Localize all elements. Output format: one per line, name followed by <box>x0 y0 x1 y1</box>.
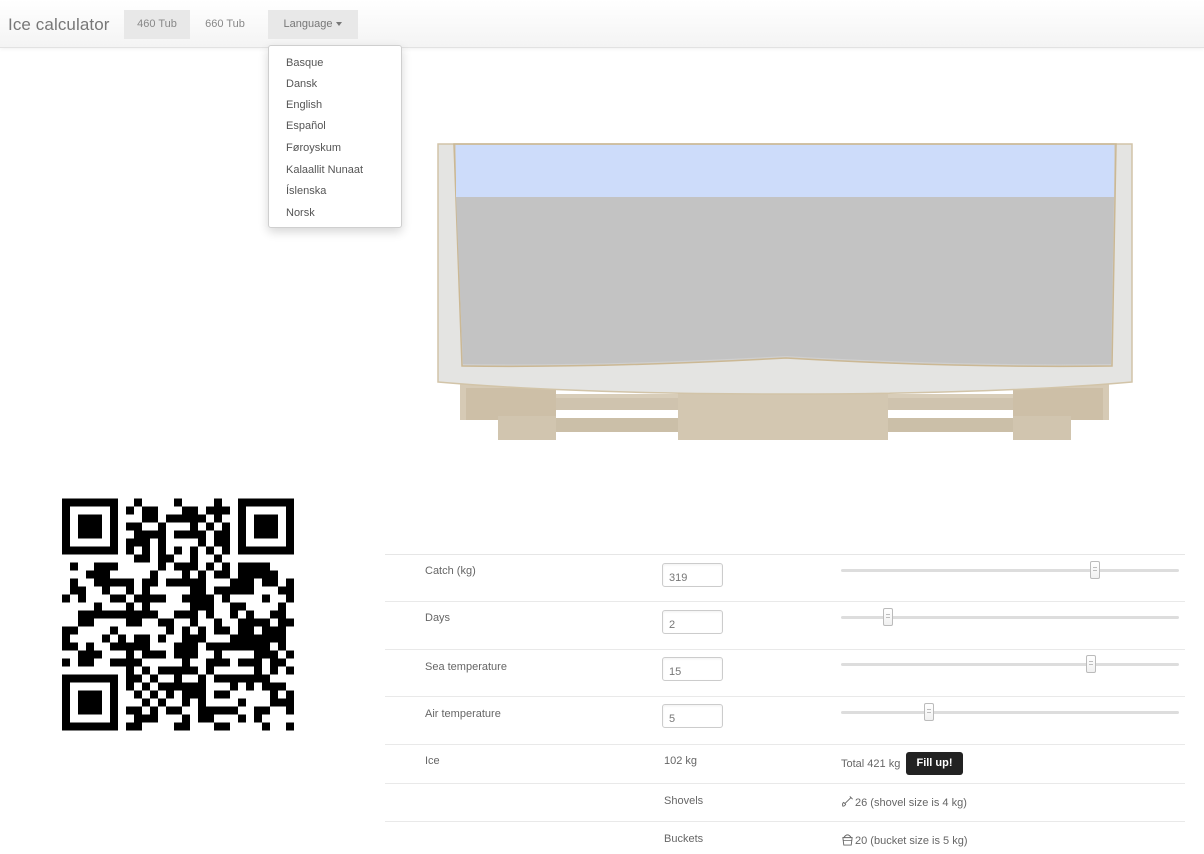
tab-660-tub[interactable]: 660 Tub <box>193 10 257 39</box>
air-temperature-label: Air temperature <box>425 708 501 720</box>
catch-input[interactable] <box>662 563 723 587</box>
row-divider <box>385 783 1185 784</box>
sea-temperature-slider-handle[interactable] <box>1086 655 1097 673</box>
shovels-text: 26 (shovel size is 4 kg) <box>855 797 967 809</box>
ice-total: Total 421 kg <box>841 758 901 770</box>
qr-modules <box>62 498 294 731</box>
bucket-icon <box>842 834 853 846</box>
days-slider[interactable] <box>841 608 1179 626</box>
row-divider <box>385 821 1185 822</box>
sea-temperature-label: Sea temperature <box>425 661 507 673</box>
language-option-norsk[interactable]: Norsk <box>286 205 315 221</box>
ice-label: Ice <box>425 755 440 767</box>
buckets-label: Buckets <box>664 833 704 845</box>
catch-slider-handle[interactable] <box>1089 561 1100 579</box>
tab-460-tub[interactable]: 460 Tub <box>124 10 190 39</box>
language-menu: Basque Dansk English Español Føroyskum K… <box>268 45 402 228</box>
language-label: Language <box>283 18 333 30</box>
days-slider-handle[interactable] <box>883 608 894 626</box>
catch-label: Catch (kg) <box>425 565 476 577</box>
air-temperature-slider[interactable] <box>841 703 1179 721</box>
days-input[interactable] <box>662 610 723 634</box>
sea-temperature-input[interactable] <box>662 657 723 681</box>
row-divider <box>385 744 1185 745</box>
language-option-basque[interactable]: Basque <box>286 55 323 71</box>
navbar: Ice calculator 460 Tub 660 Tub Language <box>0 0 1204 48</box>
tub-illustration <box>437 143 1133 440</box>
language-option-foroyskum[interactable]: Føroyskum <box>286 140 341 156</box>
shovels-label: Shovels <box>664 795 704 807</box>
language-option-kalaallit-nunaat[interactable]: Kalaallit Nunaat <box>286 162 363 178</box>
air-temperature-slider-handle[interactable] <box>923 703 934 721</box>
air-temperature-input[interactable] <box>662 704 723 728</box>
row-divider <box>385 696 1185 697</box>
catch-slider[interactable] <box>841 561 1179 579</box>
table-top-border <box>385 554 1185 555</box>
days-label: Days <box>425 612 451 624</box>
language-option-espanol[interactable]: Español <box>286 118 326 134</box>
row-divider <box>385 649 1185 650</box>
buckets-result: 20 (bucket size is 5 kg) <box>841 833 968 847</box>
tub-ice <box>456 145 1114 197</box>
brand-title[interactable]: Ice calculator <box>8 15 110 35</box>
row-divider <box>385 601 1185 602</box>
qr-code-image <box>62 498 294 731</box>
caret-down-icon <box>336 22 343 27</box>
shovel-icon <box>842 796 853 807</box>
tub-catch <box>456 197 1114 365</box>
language-dropdown-toggle[interactable]: Language <box>268 10 358 39</box>
buckets-text: 20 (bucket size is 5 kg) <box>855 835 968 847</box>
fill-up-button[interactable]: Fill up! <box>906 752 963 775</box>
sea-temperature-slider[interactable] <box>841 655 1179 673</box>
language-option-english[interactable]: English <box>286 97 322 113</box>
language-option-islenska[interactable]: Íslenska <box>286 183 326 199</box>
shovels-result: 26 (shovel size is 4 kg) <box>841 795 967 809</box>
language-option-dansk[interactable]: Dansk <box>286 76 317 92</box>
ice-amount: 102 kg <box>664 755 698 767</box>
